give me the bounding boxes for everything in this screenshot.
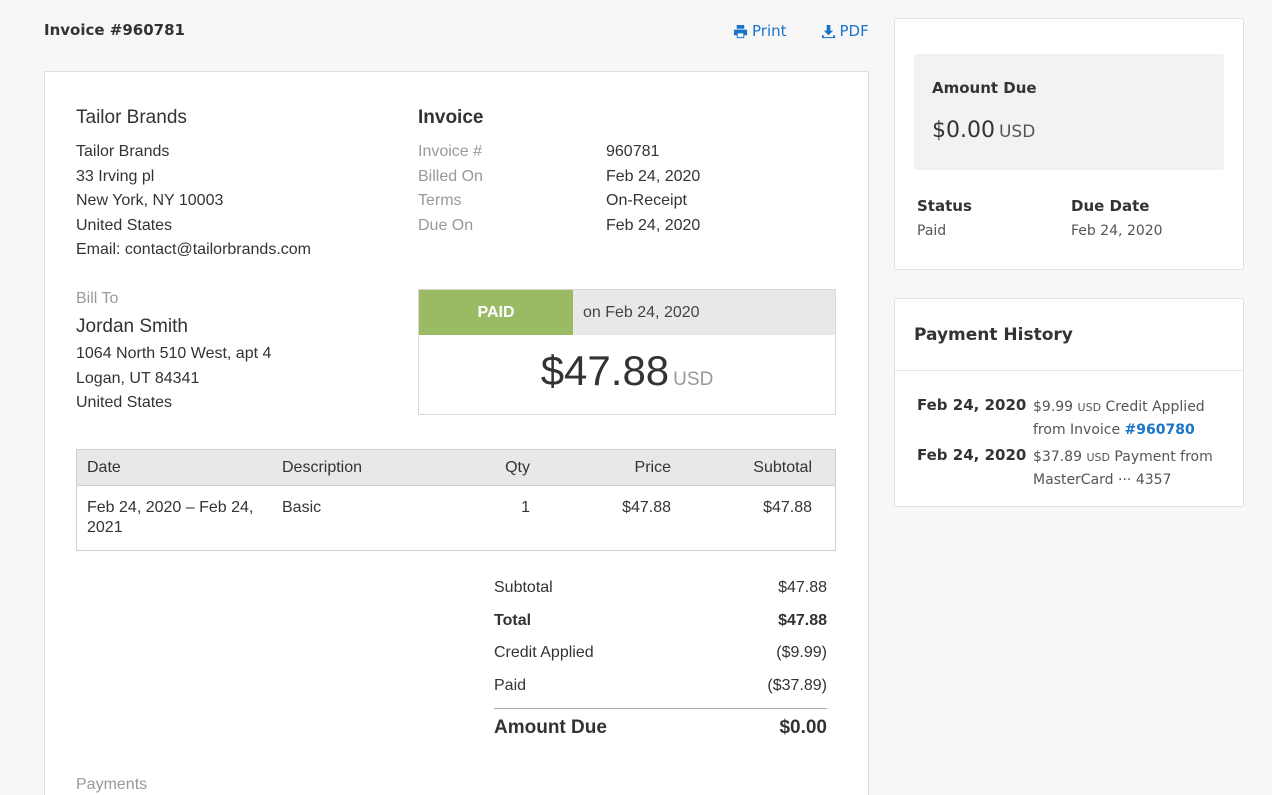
totals-label: Credit Applied (494, 644, 594, 662)
paid-badge: PAID (419, 290, 573, 335)
cell-subtotal: $47.88 (763, 499, 812, 516)
pdf-label: PDF (839, 22, 869, 40)
payment-history-list: Feb 24, 2020 $9.99 USD Credit Applied fr… (917, 396, 1227, 496)
seller-address: Tailor Brands 33 Irving pl New York, NY … (76, 140, 311, 263)
pdf-button[interactable]: PDF (821, 22, 869, 40)
payment-currency: USD (1086, 451, 1110, 464)
column-header-date: Date (87, 458, 121, 476)
invoice-heading: Invoice (418, 107, 484, 128)
totals-value: $47.88 (778, 579, 827, 597)
bill-to-label: Bill To (76, 290, 119, 307)
bill-to-line: United States (76, 394, 173, 411)
seller-name: Tailor Brands (76, 107, 187, 128)
paid-amount-currency: USD (673, 369, 714, 390)
meta-value: 960781 (606, 143, 660, 160)
totals-value: $47.88 (778, 611, 827, 629)
meta-label: Due On (418, 216, 474, 234)
totals-row-total: Total $47.88 (494, 605, 827, 638)
totals-row-subtotal: Subtotal $47.88 (494, 572, 827, 605)
status-column: Status Paid (917, 197, 972, 239)
paid-amount: $47.88 USD (419, 335, 835, 395)
toolbar: Print PDF (733, 22, 869, 40)
invoice-meta: Invoice # 960781 Billed On Feb 24, 2020 … (418, 140, 700, 238)
seller-line: United States (76, 216, 173, 234)
totals-label: Paid (494, 676, 527, 694)
totals-row-amount-due: Amount Due $0.00 (494, 708, 827, 746)
totals-value: ($9.99) (776, 644, 827, 662)
totals-block: Subtotal $47.88 Total $47.88 Credit Appl… (494, 572, 827, 746)
cell-qty: 1 (521, 499, 530, 516)
table-row: Feb 24, 2020 – Feb 24, 2021 Basic 1 $47.… (77, 486, 835, 550)
seller-line: Tailor Brands (76, 143, 170, 160)
totals-value: ($37.89) (767, 676, 827, 694)
payment-date: Feb 24, 2020 (917, 396, 1027, 414)
page-title: Invoice #960781 (44, 21, 185, 39)
bill-to-line: 1064 North 510 West, apt 4 (76, 345, 272, 362)
amount-due-label: Amount Due (494, 716, 607, 738)
meta-value: Feb 24, 2020 (606, 167, 701, 185)
payment-history-item: Feb 24, 2020 $9.99 USD Credit Applied fr… (917, 396, 1227, 441)
meta-value: On-Receipt (606, 192, 687, 209)
paid-date: on Feb 24, 2020 (583, 303, 700, 321)
due-date-column: Due Date Feb 24, 2020 (1071, 197, 1163, 239)
bill-to-address: 1064 North 510 West, apt 4 Logan, UT 843… (76, 342, 271, 416)
column-header-description: Description (282, 458, 363, 476)
meta-value: Feb 24, 2020 (606, 216, 701, 234)
amount-due-panel: Amount Due $0.00 USD (914, 54, 1224, 170)
divider (895, 370, 1243, 371)
payment-history-item: Feb 24, 2020 $37.89 USD Payment from Mas… (917, 446, 1227, 491)
download-icon (821, 24, 835, 38)
print-label: Print (752, 22, 787, 40)
totals-row-credit: Credit Applied ($9.99) (494, 637, 827, 670)
cell-description: Basic (282, 499, 322, 516)
payment-description: $37.89 USD Payment from MasterCard ··· 4… (1033, 446, 1227, 491)
seller-line: 33 Irving pl (76, 167, 155, 185)
column-header-subtotal: Subtotal (753, 458, 812, 476)
meta-label: Billed On (418, 167, 483, 185)
bill-to-name: Jordan Smith (76, 316, 188, 337)
cell-price: $47.88 (622, 499, 671, 516)
paid-amount-value: $47.88 (540, 347, 670, 394)
amount-due-card: Amount Due $0.00 USD Status Paid Due Date… (894, 18, 1244, 270)
seller-email: Email: contact@tailorbrands.com (76, 241, 311, 258)
line-items-table: Date Description Qty Price Subtotal Feb … (76, 449, 836, 551)
totals-label: Subtotal (494, 579, 553, 597)
due-date-value: Feb 24, 2020 (1071, 223, 1163, 239)
due-date-label: Due Date (1071, 197, 1150, 215)
meta-label: Invoice # (418, 143, 483, 160)
bill-to-line: Logan, UT 84341 (76, 369, 200, 387)
amount-due-currency: USD (998, 122, 1036, 142)
paid-summary-box: PAID on Feb 24, 2020 $47.88 USD (418, 289, 836, 415)
column-header-qty: Qty (505, 458, 530, 476)
amount-due-value: $0.00 (779, 716, 827, 738)
payment-history-card: Payment History Feb 24, 2020 $9.99 USD C… (894, 298, 1244, 507)
invoice-link[interactable]: #960780 (1125, 422, 1195, 438)
totals-row-paid: Paid ($37.89) (494, 670, 827, 703)
payment-date: Feb 24, 2020 (917, 446, 1027, 464)
amount-due-title: Amount Due (932, 79, 1037, 97)
amount-due-amount-value: $0.00 (932, 118, 995, 143)
cell-date: Feb 24, 2020 – Feb 24, 2021 (87, 499, 254, 536)
invoice-document: Tailor Brands Tailor Brands 33 Irving pl… (44, 71, 869, 795)
meta-label: Terms (418, 192, 462, 209)
column-header-price: Price (634, 458, 671, 476)
table-header: Date Description Qty Price Subtotal (77, 450, 835, 486)
printer-icon (733, 24, 748, 38)
totals-label: Total (494, 611, 532, 629)
payment-amount: $9.99 (1033, 399, 1074, 415)
payment-history-title: Payment History (914, 325, 1073, 345)
status-label: Status (917, 197, 972, 215)
payment-amount: $37.89 (1033, 449, 1082, 465)
payments-section-label: Payments (76, 776, 148, 793)
amount-due-amount: $0.00 USD (932, 118, 1035, 143)
payment-currency: USD (1077, 401, 1102, 414)
status-value: Paid (917, 223, 947, 239)
paid-header: PAID on Feb 24, 2020 (419, 290, 835, 335)
print-button[interactable]: Print (733, 22, 787, 40)
payment-description: $9.99 USD Credit Applied from Invoice #9… (1033, 396, 1227, 441)
seller-line: New York, NY 10003 (76, 192, 224, 209)
